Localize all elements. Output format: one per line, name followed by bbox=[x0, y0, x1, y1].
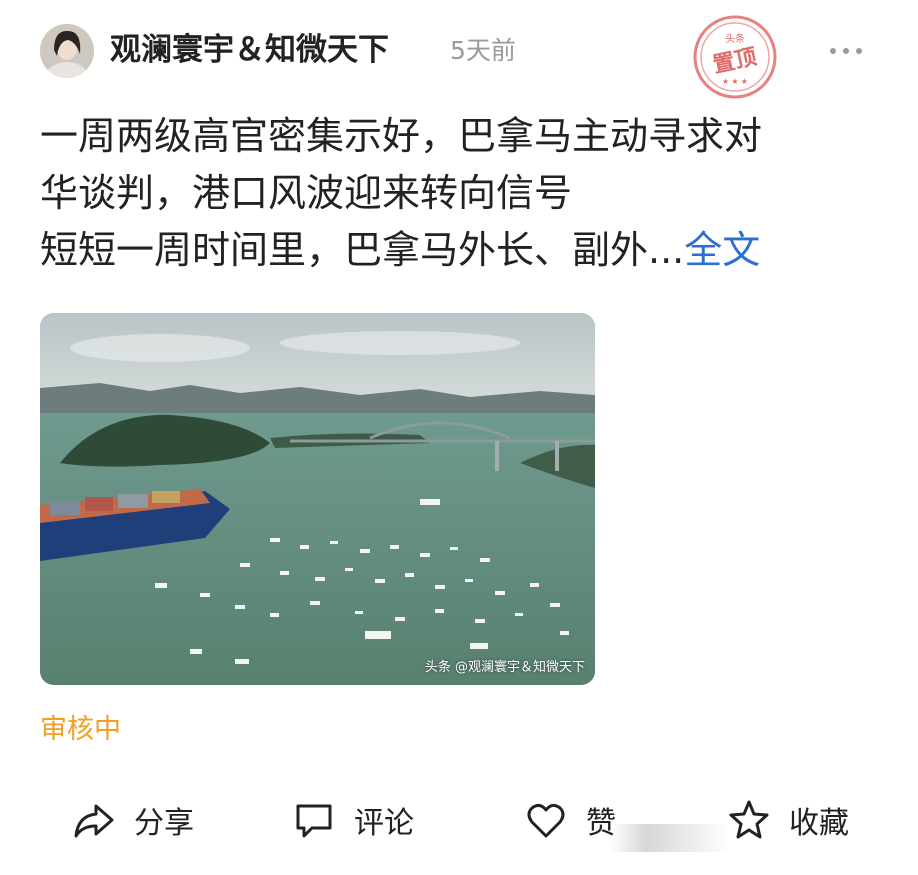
post-summary-line: 短短一周时间里，巴拿马外长、副外...全文 bbox=[40, 222, 870, 279]
post-title-line-2: 华谈判，港口风波迎来转向信号 bbox=[40, 171, 573, 215]
post-title-line-1: 一周两级高官密集示好，巴拿马主动寻求对 bbox=[40, 114, 763, 158]
post-header: 观澜寰宇＆知微天下 5天前 头条 置顶 ★ ★ ★ bbox=[40, 15, 880, 99]
more-options-icon[interactable] bbox=[826, 36, 866, 66]
like-button[interactable]: 赞 bbox=[522, 790, 616, 850]
post-time: 5天前 bbox=[450, 36, 516, 65]
post-summary: 短短一周时间里，巴拿马外长、副外... bbox=[40, 228, 685, 272]
author-avatar[interactable] bbox=[40, 24, 94, 78]
stamp-main-text: 置顶 bbox=[711, 45, 759, 79]
review-status: 审核中 bbox=[40, 714, 121, 745]
comment-label: 评论 bbox=[354, 806, 414, 841]
pinned-stamp-icon: 头条 置顶 ★ ★ ★ bbox=[690, 12, 780, 102]
share-button[interactable]: 分享 bbox=[70, 790, 194, 850]
heart-icon bbox=[522, 796, 570, 844]
full-text-link[interactable]: 全文 bbox=[684, 228, 760, 272]
svg-text:★ ★ ★: ★ ★ ★ bbox=[722, 77, 748, 86]
author-name[interactable]: 观澜寰宇＆知微天下 bbox=[110, 30, 389, 70]
loading-shimmer bbox=[610, 824, 730, 852]
favorite-button[interactable]: 收藏 bbox=[725, 790, 849, 850]
post-content[interactable]: 一周两级高官密集示好，巴拿马主动寻求对 华谈判，港口风波迎来转向信号 短短一周时… bbox=[40, 108, 870, 279]
image-watermark: 头条 @观澜寰宇＆知微天下 bbox=[424, 660, 585, 675]
comment-icon bbox=[290, 796, 338, 844]
share-icon bbox=[70, 796, 118, 844]
star-icon bbox=[725, 796, 773, 844]
post-image[interactable]: 头条 @观澜寰宇＆知微天下 bbox=[40, 313, 595, 685]
stamp-top-text: 头条 bbox=[725, 32, 745, 45]
favorite-label: 收藏 bbox=[789, 806, 849, 841]
action-bar: 分享 评论 赞 收藏 bbox=[40, 780, 900, 860]
share-label: 分享 bbox=[134, 806, 194, 841]
comment-button[interactable]: 评论 bbox=[290, 790, 414, 850]
